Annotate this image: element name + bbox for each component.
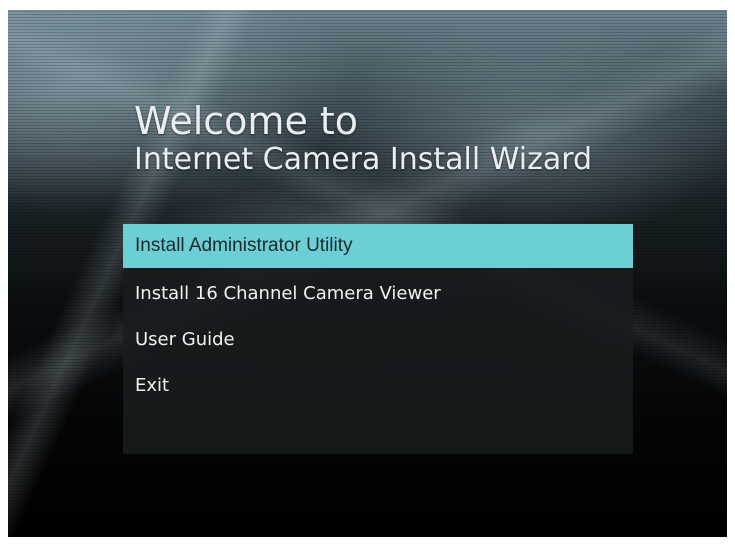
menu-panel: Install Administrator Utility Install 16… — [123, 224, 633, 454]
welcome-title-line2: Internet Camera Install Wizard — [134, 142, 593, 177]
welcome-title-line1: Welcome to — [134, 99, 359, 143]
menu-item-install-camera-viewer[interactable]: Install 16 Channel Camera Viewer — [123, 272, 633, 316]
menu-item-exit[interactable]: Exit — [123, 364, 633, 408]
menu-item-user-guide[interactable]: User Guide — [123, 318, 633, 362]
installer-window: Welcome to Internet Camera Install Wizar… — [8, 10, 727, 537]
welcome-title: Welcome to Internet Camera Install Wizar… — [134, 100, 592, 178]
menu-item-install-administrator-utility[interactable]: Install Administrator Utility — [123, 224, 633, 268]
